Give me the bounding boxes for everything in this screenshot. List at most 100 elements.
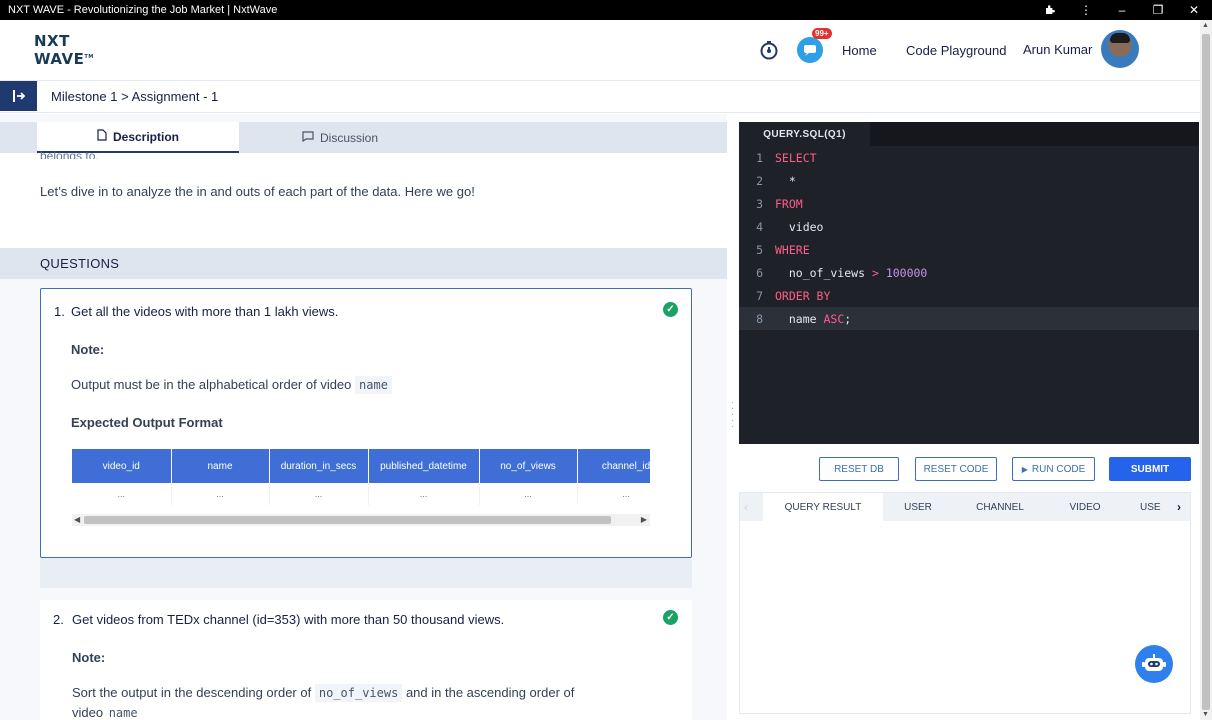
table-row: ... ... ... ... ... ... (72, 483, 650, 505)
code-line[interactable]: 5 WHERE (739, 238, 1199, 261)
run-code-label: RUN CODE (1031, 463, 1086, 475)
minimize-icon[interactable]: – (1104, 0, 1140, 20)
tab-discussion[interactable]: Discussion (239, 122, 441, 153)
column-header: video_id (72, 449, 172, 483)
stopwatch-icon[interactable] (757, 38, 781, 62)
tab-video[interactable]: VIDEO (1045, 493, 1125, 521)
expected-output-label: Expected Output Format (71, 415, 223, 430)
code-line[interactable]: 6 no_of_views > 100000 (739, 261, 1199, 284)
code-line[interactable]: 8 name ASC; (739, 307, 1199, 330)
code-line[interactable]: 7 ORDER BY (739, 284, 1199, 307)
editor-tab-bar: QUERY.SQL(Q1) (739, 122, 1199, 146)
scroll-down-icon[interactable]: ▼ (1202, 711, 1209, 718)
table-horizontal-scrollbar[interactable]: ◀ ▶ (72, 514, 650, 526)
questions-heading: QUESTIONS (0, 248, 727, 279)
table-cell: ... (72, 483, 172, 505)
line-code: WHERE (775, 242, 810, 257)
note-label: Note: (72, 650, 106, 665)
question-number: 1. (54, 304, 65, 319)
restore-icon[interactable]: ❐ (1140, 0, 1176, 20)
reset-code-button[interactable]: RESET CODE (915, 457, 997, 481)
reset-db-button[interactable]: RESET DB (819, 457, 899, 481)
page-scrollbar[interactable]: ▲ ▼ (1200, 20, 1212, 720)
sidebar-toggle-icon[interactable] (0, 81, 37, 111)
submit-button[interactable]: SUBMIT (1109, 457, 1191, 481)
logo-text-top: NXT (34, 32, 70, 50)
code-editor[interactable]: QUERY.SQL(Q1) 1 SELECT 2 * 3 FROM 4 video 5 WHE… (739, 122, 1199, 444)
code-line[interactable]: 1 SELECT (739, 146, 1199, 169)
table-cell: ... (479, 483, 578, 505)
chatbot-icon[interactable] (1135, 645, 1173, 683)
close-icon[interactable]: ✕ (1176, 0, 1212, 20)
table-cell: ... (577, 483, 650, 505)
logo-text-bottom: WAVE (34, 50, 85, 68)
column-header: published_datetime (368, 449, 480, 483)
editor-tab-query[interactable]: QUERY.SQL(Q1) (739, 122, 870, 146)
note-sentence: Output must be in the alphabetical order… (71, 377, 352, 392)
check-circle-icon: ✓ (663, 610, 678, 625)
panel-resize-handle[interactable]: · · · · · (731, 398, 735, 434)
line-number: 1 (756, 150, 763, 165)
tab-description-label: Description (112, 129, 179, 144)
nav-home-link[interactable]: Home (842, 43, 877, 58)
line-code: ORDER BY (775, 288, 831, 303)
line-number: 8 (756, 311, 763, 326)
question-text: Get all the videos with more than 1 lakh… (71, 304, 339, 319)
line-number: 3 (756, 196, 763, 211)
line-number: 6 (756, 265, 763, 280)
avatar[interactable] (1101, 30, 1139, 68)
column-header: duration_in_secs (269, 449, 369, 483)
tab-user[interactable]: USER (883, 493, 953, 521)
code-line[interactable]: 3 FROM (739, 192, 1199, 215)
tab-discussion-label: Discussion (319, 130, 379, 145)
table-cell: ... (269, 483, 369, 505)
code-line[interactable]: 2 * (739, 169, 1199, 192)
window-title: NXT WAVE - Revolutionizing the Job Marke… (8, 4, 278, 16)
extensions-icon[interactable] (1032, 0, 1068, 20)
user-name[interactable]: Arun Kumar (1023, 42, 1092, 57)
note-code: no_of_views (314, 684, 403, 702)
note-code: name (108, 706, 138, 720)
question-card-2: 2. Get videos from TEDx channel (id=353)… (40, 600, 692, 720)
intro-cut-text: belongs to. (40, 149, 99, 159)
line-number: 4 (756, 219, 763, 234)
card-separator (40, 558, 692, 588)
play-icon: ▶ (1021, 464, 1028, 474)
results-panel: ‹ QUERY RESULT USER CHANNEL VIDEO USE › (739, 492, 1191, 714)
table-cell: ... (171, 483, 270, 505)
comment-icon (302, 130, 314, 145)
nav-code-playground-link[interactable]: Code Playground (906, 43, 1006, 58)
scroll-left-icon[interactable]: ◀ (74, 514, 80, 526)
notification-badge: 99+ (812, 28, 832, 39)
problem-panel: Description Discussion belongs to. Let’s… (0, 114, 727, 720)
problem-tabs: Description Discussion (0, 122, 727, 153)
tab-query-result[interactable]: QUERY RESULT (763, 493, 883, 521)
note-sentence: Sort the output in the descending order … (72, 685, 312, 700)
line-code: FROM (775, 196, 803, 211)
intro-section: belongs to. Let’s dive in to analyze the… (0, 149, 727, 248)
tab-channel[interactable]: CHANNEL (960, 493, 1040, 521)
page-scrollbar-thumb[interactable] (1202, 34, 1210, 710)
note-label: Note: (71, 342, 105, 357)
logo-tm: TM (84, 54, 94, 60)
line-code: video (775, 219, 824, 234)
result-tabs: ‹ QUERY RESULT USER CHANNEL VIDEO USE › (740, 493, 1190, 521)
scrollbar-thumb[interactable] (84, 516, 611, 524)
code-line[interactable]: 4 video (739, 215, 1199, 238)
menu-dots-icon[interactable]: ⋮ (1068, 0, 1104, 20)
nxtwave-logo[interactable]: NXT WAVETM (34, 34, 98, 68)
scroll-right-icon[interactable]: ▶ (641, 514, 647, 526)
chat-icon[interactable] (796, 36, 824, 64)
check-circle-icon: ✓ (663, 302, 678, 317)
tab-user-more[interactable]: USE (1140, 493, 1172, 521)
note-code: name (355, 376, 392, 394)
scroll-up-icon[interactable]: ▲ (1202, 22, 1209, 29)
note-text: Output must be in the alphabetical order… (71, 376, 392, 394)
app-header: NXT WAVETM 99+ Home Code Playground Arun… (0, 20, 1200, 81)
note-text-continued: video name (72, 705, 140, 720)
line-number: 5 (756, 242, 763, 257)
question-number: 2. (53, 612, 64, 627)
chevron-right-icon[interactable]: › (1177, 493, 1181, 521)
chevron-left-icon[interactable]: ‹ (744, 493, 748, 521)
run-code-button[interactable]: ▶ RUN CODE (1012, 457, 1095, 481)
